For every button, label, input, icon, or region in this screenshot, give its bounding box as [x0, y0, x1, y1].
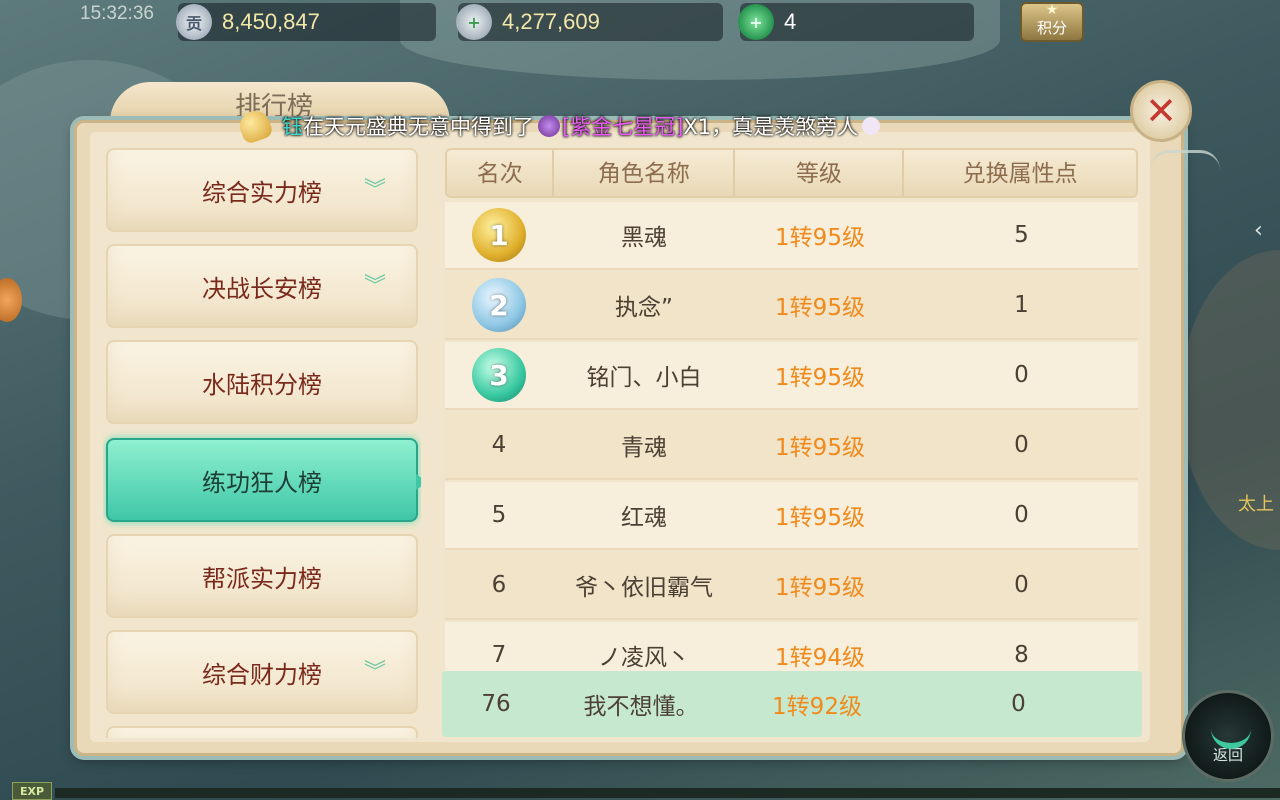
resource-bar: 15:32:36 贡 8,450,847 + 4,277,609 + 4 ★ 积… [0, 0, 1280, 44]
table-row[interactable]: 4 青魂 1转95级 0 [445, 412, 1138, 480]
rank-cell: 7 [491, 642, 507, 668]
own-rank-cell: 76 [481, 691, 511, 717]
broadcast-player[interactable]: 钰 [282, 111, 303, 141]
name-cell: 红魂 [621, 505, 667, 531]
chevron-down-icon[interactable]: ︾ [358, 276, 392, 298]
broadcast-suffix: X1，真是羡煞旁人 [683, 115, 859, 139]
broadcast-banner: 钰 在天元盛典无意中得到了 [紫金七星冠] X1，真是羡煞旁人 [235, 106, 881, 146]
level-cell: 1转95级 [775, 435, 865, 461]
own-name-cell: 我不想懂。 [583, 694, 699, 720]
ranking-table: 名次 角色名称 等级 兑换属性点 1 黑魂 1转95级 5 2 执念” 1转95… [442, 148, 1142, 740]
name-cell: 黑魂 [621, 225, 667, 251]
name-cell: 青魂 [621, 435, 667, 461]
name-cell: 执念” [615, 295, 673, 321]
points-cell: 0 [1014, 502, 1029, 528]
table-header: 名次 角色名称 等级 兑换属性点 [445, 148, 1138, 198]
name-cell: 铭门、小白 [586, 365, 702, 391]
table-body[interactable]: 1 黑魂 1转95级 5 2 执念” 1转95级 1 3 铭门、小白 1转95级… [445, 202, 1138, 672]
column-header-level: 等级 [735, 150, 905, 196]
table-row[interactable]: 6 爷丶依旧霸气 1转95级 0 [445, 552, 1138, 620]
table-row[interactable]: 7 ノ凌风丶 1转94级 8 [445, 622, 1138, 672]
name-cell: 爷丶依旧霸气 [575, 575, 713, 601]
sidebar-item-overall-strength[interactable]: 综合实力榜 ︾ [106, 148, 418, 232]
column-header-rank: 名次 [447, 150, 555, 196]
points-cell: 1 [1014, 292, 1029, 318]
table-row[interactable]: 5 红魂 1转95级 0 [445, 482, 1138, 550]
own-level-cell: 1转92级 [772, 694, 862, 720]
jade-medal-icon: 3 [472, 348, 526, 402]
table-row[interactable]: 1 黑魂 1转95级 5 [445, 202, 1138, 270]
silver-ingot-add-icon[interactable]: + [456, 4, 492, 40]
sidebar-item-label: 综合财力榜 [202, 660, 322, 689]
points-cell: 8 [1014, 642, 1029, 668]
rank-cell: 5 [491, 502, 507, 528]
level-cell: 1转95级 [775, 505, 865, 531]
jade-resource[interactable]: + 4 [738, 3, 974, 41]
rank-cell: 1 [445, 208, 553, 262]
score-button[interactable]: ★ 积分 [1020, 2, 1084, 42]
points-cell: 0 [1014, 362, 1029, 388]
rank-cell: 4 [491, 432, 507, 458]
level-cell: 1转95级 [775, 225, 865, 251]
rank-cell: 3 [445, 348, 553, 402]
exp-label: EXP [12, 782, 52, 800]
chevron-down-icon[interactable]: ︾ [358, 180, 392, 202]
contribution-resource[interactable]: 贡 8,450,847 [176, 3, 436, 41]
bell-icon [235, 106, 275, 146]
sidebar-item-label: 决战长安榜 [202, 274, 322, 303]
points-cell: 5 [1014, 222, 1029, 248]
level-cell: 1转94级 [775, 645, 865, 671]
level-cell: 1转95级 [775, 295, 865, 321]
frame-decoration [1150, 150, 1220, 190]
column-header-name: 角色名称 [554, 150, 736, 196]
close-icon: ✕ [1145, 89, 1177, 133]
back-button-label: 返回 [1212, 746, 1243, 764]
chevron-down-icon[interactable]: ︾ [358, 662, 392, 684]
sidebar-item-training-maniac[interactable]: 练功狂人榜 [106, 438, 421, 522]
sidebar-item-more[interactable] [106, 726, 418, 738]
points-cell: 0 [1014, 572, 1029, 598]
name-cell: ノ凌风丶 [598, 645, 690, 671]
broadcast-item[interactable]: [紫金七星冠] [562, 111, 683, 141]
gold-medal-icon: 1 [472, 208, 526, 262]
sidebar-item-label: 综合实力榜 [202, 178, 322, 207]
silver-medal-icon: 2 [472, 278, 526, 332]
contribution-icon: 贡 [176, 4, 212, 40]
back-button[interactable]: 返回 [1182, 690, 1274, 782]
own-rank-row: 76 我不想懂。 1转92级 0 [442, 671, 1142, 737]
exp-progress-bar [55, 788, 1280, 798]
level-cell: 1转95级 [775, 365, 865, 391]
close-button[interactable]: ✕ [1130, 80, 1192, 142]
level-cell: 1转95级 [775, 575, 865, 601]
score-button-label: 积分 [1036, 19, 1067, 37]
broadcast-message: 在天元盛典无意中得到了 [303, 115, 534, 139]
emote-icon [862, 117, 881, 135]
jade-value: 4 [784, 9, 797, 34]
star-icon: ★ [1045, 2, 1059, 18]
side-npc-label: 太上 [1238, 494, 1274, 515]
sidebar-item-guild-strength[interactable]: 帮派实力榜 [106, 534, 418, 618]
sidebar-item-label: 水陆积分榜 [202, 370, 322, 399]
sidebar-item-label: 帮派实力榜 [202, 564, 322, 593]
jade-add-icon[interactable]: + [738, 4, 774, 40]
rank-cell: 6 [491, 572, 507, 598]
sidebar-item-shuilu-points[interactable]: 水陆积分榜 [106, 340, 418, 424]
own-points-cell: 0 [1011, 691, 1026, 717]
column-header-points: 兑换属性点 [962, 161, 1078, 187]
silver-resource[interactable]: + 4,277,609 [456, 3, 723, 41]
rank-cell: 2 [445, 278, 553, 332]
contribution-value: 8,450,847 [222, 9, 320, 34]
side-arrow-icon[interactable]: ‹ [1254, 218, 1263, 243]
sidebar-item-changan-battle[interactable]: 决战长安榜 ︾ [106, 244, 418, 328]
table-row[interactable]: 2 执念” 1转95级 1 [445, 272, 1138, 340]
ranking-category-sidebar: 综合实力榜 ︾ 决战长安榜 ︾ 水陆积分榜 练功狂人榜 帮派实力榜 综合财力榜 … [103, 148, 421, 738]
sidebar-item-label: 练功狂人榜 [202, 468, 322, 497]
clock: 15:32:36 [80, 3, 154, 24]
sidebar-item-overall-wealth[interactable]: 综合财力榜 ︾ [106, 630, 418, 714]
points-cell: 0 [1014, 432, 1029, 458]
crown-icon [538, 115, 560, 137]
table-row[interactable]: 3 铭门、小白 1转95级 0 [445, 342, 1138, 410]
silver-value: 4,277,609 [502, 9, 600, 34]
